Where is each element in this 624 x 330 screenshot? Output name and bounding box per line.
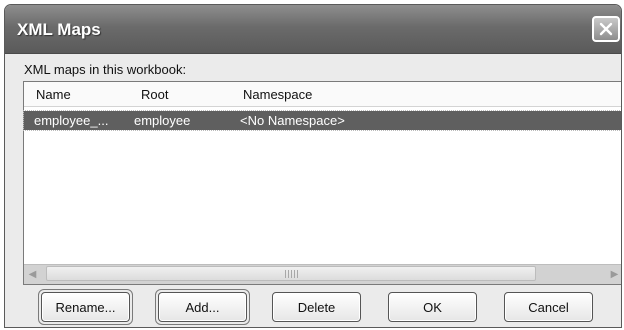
column-header-root[interactable]: Root xyxy=(141,87,168,102)
close-button[interactable] xyxy=(592,16,620,42)
xml-maps-dialog: XML Maps XML maps in this workbook: Name… xyxy=(4,4,622,328)
column-header-namespace[interactable]: Namespace xyxy=(243,87,312,102)
map-name-cell: employee_... xyxy=(34,113,109,128)
close-icon xyxy=(599,22,613,36)
chevron-left-icon: ◀ xyxy=(28,268,37,280)
cancel-button[interactable]: Cancel xyxy=(504,292,593,322)
column-header-name[interactable]: Name xyxy=(36,87,71,102)
ok-button[interactable]: OK xyxy=(388,292,477,322)
map-root-cell: employee xyxy=(134,113,191,128)
grip-icon xyxy=(285,270,299,278)
horizontal-scrollbar[interactable]: ◀ ▶ xyxy=(24,264,621,284)
chevron-right-icon: ▶ xyxy=(610,268,619,280)
xml-maps-list[interactable]: Name Root Namespace employee_... employe… xyxy=(23,81,621,285)
scroll-thumb[interactable] xyxy=(46,266,536,281)
list-header: Name Root Namespace xyxy=(24,82,621,107)
maps-list-label-text: XML maps in this workbook: xyxy=(24,62,187,77)
rename-button[interactable]: Rename... xyxy=(41,292,130,322)
title-bar: XML Maps xyxy=(5,5,621,54)
list-item[interactable]: employee_... employee <No Namespace> xyxy=(23,110,621,131)
add-button[interactable]: Add... xyxy=(158,292,247,322)
dialog-title: XML Maps xyxy=(17,20,101,39)
maps-list-label: XML maps in this workbook: xyxy=(24,62,186,77)
scroll-left-arrow[interactable]: ◀ xyxy=(24,265,41,283)
scroll-right-arrow[interactable]: ▶ xyxy=(606,265,621,283)
map-namespace-cell: <No Namespace> xyxy=(240,113,345,128)
delete-button[interactable]: Delete xyxy=(272,292,361,322)
